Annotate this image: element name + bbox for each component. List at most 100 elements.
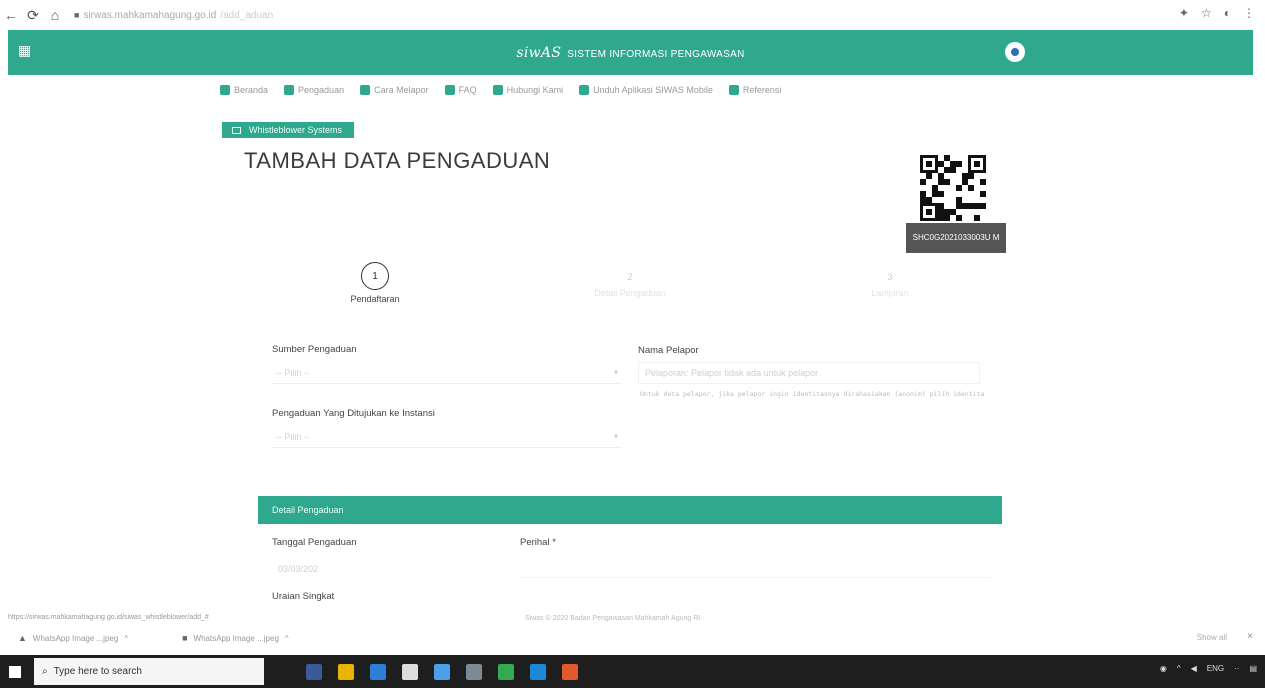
chevron-down-icon: ▾ xyxy=(613,432,618,441)
sumber-label: Sumber Pengaduan xyxy=(272,344,357,355)
mail-icon[interactable] xyxy=(370,663,386,680)
menu-label: Beranda xyxy=(234,85,269,95)
browser-toolbar: ← ⟳ ⌂ ■ sirwas.mahkamahagung.go.id /add_… xyxy=(0,0,1265,30)
extension-icon[interactable]: ✦ xyxy=(1179,6,1189,20)
back-icon[interactable]: ← xyxy=(0,4,22,26)
step-label: Lampiran xyxy=(871,288,909,298)
tanggal-value: 03/03/202 xyxy=(278,564,319,574)
step-label: Pendaftaran xyxy=(350,294,400,304)
download-item[interactable]: ▲ WhatsApp Image ...jpeg ^ xyxy=(18,633,128,643)
chevron-down-icon: ▾ xyxy=(613,368,618,377)
download-name: WhatsApp Image ...jpeg xyxy=(193,633,279,643)
chevron-up-icon[interactable]: ^ xyxy=(285,634,289,643)
downloads-bar: ▲ WhatsApp Image ...jpeg ^ ■ WhatsApp Im… xyxy=(0,624,1265,652)
ditujukan-label: Pengaduan Yang Ditujukan ke Instansi xyxy=(272,408,435,419)
address-bar[interactable]: ■ sirwas.mahkamahagung.go.id /add_aduan xyxy=(74,10,273,21)
step-number: 2 xyxy=(627,272,633,282)
brand-logo: siwAS xyxy=(516,44,562,61)
question-icon xyxy=(444,85,455,95)
lock-icon: ■ xyxy=(74,10,80,20)
chevron-up-icon[interactable]: ^ xyxy=(124,634,128,643)
file-explorer-icon[interactable] xyxy=(338,663,354,680)
book-icon xyxy=(728,85,739,95)
app-header: ▦ siwAS SISTEM INFORMASI PENGAWASAN xyxy=(8,30,1253,75)
download-name: WhatsApp Image ...jpeg xyxy=(32,633,119,643)
chrome-icon[interactable] xyxy=(498,663,514,680)
search-icon: ⌕ xyxy=(42,666,48,677)
tanggal-input[interactable]: 03/03/202 xyxy=(272,558,372,580)
menu-faq[interactable]: FAQ xyxy=(444,85,477,95)
profile-icon[interactable]: ◐ xyxy=(1224,6,1231,20)
menu-label: Unduh Aplikasi SIWAS Mobile xyxy=(593,85,713,95)
show-all-button[interactable]: Show all xyxy=(1197,633,1227,642)
taskbar-apps xyxy=(306,663,578,680)
office-icon[interactable] xyxy=(562,663,578,680)
app-icon[interactable] xyxy=(434,663,450,680)
language-icon[interactable]: ENG xyxy=(1207,664,1224,673)
nama-placeholder: Pelaporan: Pelapor tidak ada untuk pelap… xyxy=(645,368,819,378)
step-2[interactable]: 2 Detail Pengaduan xyxy=(570,262,690,298)
ditujukan-value: -- Pilih -- xyxy=(276,431,310,442)
qr-block: SHC0G2021033003U M xyxy=(906,155,1006,253)
brand-name: SISTEM INFORMASI PENGAWASAN xyxy=(567,48,745,60)
qr-code-text: SHC0G2021033003U M xyxy=(906,223,1006,253)
stepper: 1 Pendaftaran 2 Detail Pengaduan 3 Lampi… xyxy=(300,262,950,322)
step-1[interactable]: 1 Pendaftaran xyxy=(340,262,410,304)
menu-label: Cara Melapor xyxy=(374,85,429,95)
perihal-input[interactable] xyxy=(520,556,990,578)
menu-unduh-aplikasi[interactable]: Unduh Aplikasi SIWAS Mobile xyxy=(579,85,713,95)
file-icon: ▲ xyxy=(18,633,27,643)
volume-icon[interactable]: ◀ xyxy=(1191,664,1197,673)
download-item[interactable]: ■ WhatsApp Image ...jpeg ^ xyxy=(182,633,289,643)
reload-icon[interactable]: ⟳ xyxy=(22,4,44,26)
star-icon[interactable]: ☆ xyxy=(1201,6,1212,20)
sumber-select[interactable]: -- Pilih -- ▾ xyxy=(272,362,622,384)
sumber-value: -- Pilih -- xyxy=(276,367,310,378)
menu-beranda[interactable]: Beranda xyxy=(220,85,268,95)
store-icon[interactable] xyxy=(402,663,418,680)
menu-cara-melapor[interactable]: Cara Melapor xyxy=(360,85,429,95)
footer-copyright: Siwas © 2020 Badan Pengawasan Mahkamah A… xyxy=(525,615,701,622)
photos-icon[interactable] xyxy=(466,663,482,680)
clock[interactable]: ·· xyxy=(1234,664,1239,673)
menu-label: Pengaduan xyxy=(298,85,345,95)
menu-hubungi-kami[interactable]: Hubungi Kami xyxy=(492,85,564,95)
contact-icon xyxy=(492,85,503,95)
edge-icon[interactable] xyxy=(530,663,546,680)
top-menu: Beranda Pengaduan Cara Melapor FAQ Hubun… xyxy=(220,85,781,95)
menu-pengaduan[interactable]: Pengaduan xyxy=(284,85,344,95)
monitor-icon xyxy=(232,126,241,134)
notification-icon[interactable]: ▤ xyxy=(1249,664,1257,673)
network-icon[interactable]: ◉ xyxy=(1160,664,1167,673)
ditujukan-select[interactable]: -- Pilih -- ▾ xyxy=(272,426,622,448)
step-number: 3 xyxy=(887,272,893,282)
step-circle: 1 xyxy=(361,262,389,290)
section-badge: Whistleblower Systems xyxy=(222,122,355,138)
menu-label: Hubungi Kami xyxy=(506,85,564,95)
close-icon[interactable]: × xyxy=(1247,631,1253,642)
chevron-up-icon[interactable]: ^ xyxy=(1177,664,1181,673)
status-url: https://sirwas.mahkamahagung.go.id/siwas… xyxy=(8,614,209,621)
task-view-icon[interactable] xyxy=(306,663,322,680)
grid-icon[interactable]: ▦ xyxy=(18,42,31,59)
url-text: sirwas.mahkamahagung.go.id xyxy=(83,9,217,21)
more-icon[interactable]: ⋮ xyxy=(1243,6,1255,20)
nama-input[interactable]: Pelaporan: Pelapor tidak ada untuk pelap… xyxy=(638,362,980,384)
file-icon: ■ xyxy=(182,633,188,643)
perihal-label: Perihal * xyxy=(520,537,556,548)
detail-section-title: Detail Pengaduan xyxy=(272,505,344,515)
menu-referensi[interactable]: Referensi xyxy=(728,85,781,95)
windows-start-icon[interactable] xyxy=(0,655,30,688)
page-title: TAMBAH DATA PENGADUAN xyxy=(244,148,551,173)
step-3[interactable]: 3 Lampiran xyxy=(860,262,920,298)
browser-actions: ✦ ☆ ◐ ⋮ xyxy=(1179,6,1255,20)
detail-section-header: Detail Pengaduan xyxy=(258,496,1002,524)
nama-hint: Untuk data pelapor, jika pelapor ingin i… xyxy=(640,390,985,398)
url-path: /add_aduan xyxy=(220,9,274,21)
home-button[interactable]: ⌂ xyxy=(44,4,66,26)
section-badge-label: Whistleblower Systems xyxy=(249,125,343,135)
qr-code-image xyxy=(920,155,986,221)
user-avatar[interactable] xyxy=(1005,42,1025,62)
taskbar-search[interactable]: ⌕ Type here to search xyxy=(34,658,264,685)
brand[interactable]: siwAS SISTEM INFORMASI PENGAWASAN xyxy=(516,45,744,61)
